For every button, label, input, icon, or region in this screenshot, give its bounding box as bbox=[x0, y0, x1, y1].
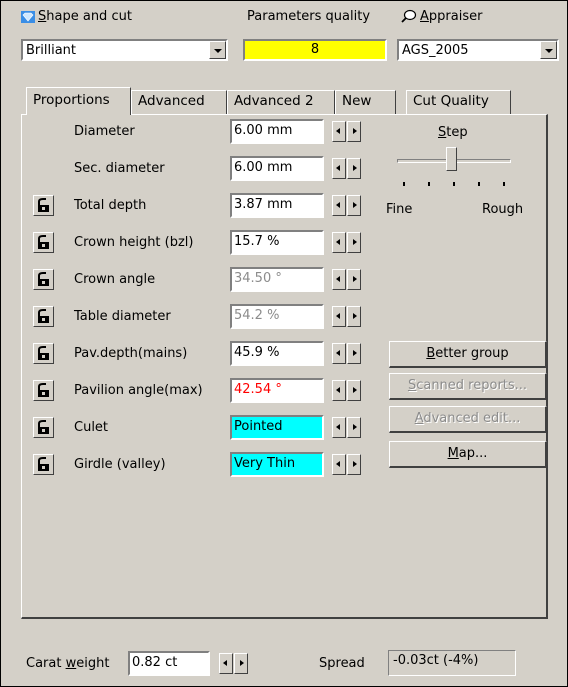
param-increment-button[interactable] bbox=[347, 343, 361, 364]
param-decrement-button[interactable] bbox=[332, 454, 346, 475]
slider-tick bbox=[503, 182, 505, 186]
tab-advanced[interactable]: Advanced bbox=[131, 90, 227, 114]
carat-weight-input[interactable]: 0.82 ct bbox=[128, 651, 210, 676]
param-input-crown-height-bzl[interactable]: 15.7 % bbox=[230, 230, 324, 255]
param-increment-button[interactable] bbox=[347, 195, 361, 216]
param-decrement-button[interactable] bbox=[332, 343, 346, 364]
param-decrement-button[interactable] bbox=[332, 417, 346, 438]
lock-toggle-icon[interactable] bbox=[33, 454, 54, 475]
param-increment-button[interactable] bbox=[347, 306, 361, 327]
lock-toggle-icon[interactable] bbox=[33, 417, 54, 438]
param-label-pavilion-angle-max: Pavilion angle(max) bbox=[74, 383, 203, 398]
window: Shape and cut Parameters quality Apprais… bbox=[0, 0, 568, 687]
better-group-button[interactable]: Better group bbox=[389, 341, 547, 368]
param-increment-button[interactable] bbox=[347, 269, 361, 290]
param-label-sec-diameter: Sec. diameter bbox=[74, 161, 165, 176]
tab-advanced-2[interactable]: Advanced 2 bbox=[227, 90, 335, 114]
param-decrement-button[interactable] bbox=[332, 380, 346, 401]
spread-label: Spread bbox=[319, 656, 365, 671]
lock-toggle-icon[interactable] bbox=[33, 195, 54, 216]
appraiser-label: Appraiser bbox=[420, 9, 483, 24]
param-decrement-button[interactable] bbox=[332, 158, 346, 179]
param-input-culet[interactable]: Pointed bbox=[230, 415, 324, 440]
quality-value: 8 bbox=[243, 39, 387, 61]
step-label: Step bbox=[438, 125, 468, 140]
param-decrement-button[interactable] bbox=[332, 306, 346, 327]
param-label-table-diameter: Table diameter bbox=[74, 309, 171, 324]
slider-tick bbox=[453, 182, 455, 186]
carat-weight-label: Carat weight bbox=[26, 656, 110, 671]
param-increment-button[interactable] bbox=[347, 454, 361, 475]
lock-toggle-icon[interactable] bbox=[33, 269, 54, 290]
param-label-pav-depth-mains: Pav.depth(mains) bbox=[74, 346, 188, 361]
diamond-icon bbox=[21, 11, 35, 23]
param-input-girdle-valley[interactable]: Very Thin bbox=[230, 452, 324, 477]
lock-toggle-icon[interactable] bbox=[33, 232, 54, 253]
param-label-diameter: Diameter bbox=[74, 124, 135, 139]
lock-toggle-icon[interactable] bbox=[33, 343, 54, 364]
param-input-table-diameter[interactable]: 54.2 % bbox=[230, 304, 324, 329]
chevron-down-icon[interactable] bbox=[209, 41, 226, 59]
slider-tick bbox=[428, 182, 430, 186]
scanned-reports-button[interactable]: Scanned reports... bbox=[389, 373, 547, 400]
step-min-label: Fine bbox=[386, 202, 413, 217]
param-input-crown-angle[interactable]: 34.50 ° bbox=[230, 267, 324, 292]
carat-increment-button[interactable] bbox=[234, 653, 248, 674]
tab-new[interactable]: New bbox=[335, 90, 396, 114]
shape-label: Shape and cut bbox=[38, 9, 132, 24]
step-max-label: Rough bbox=[482, 202, 524, 217]
param-input-total-depth[interactable]: 3.87 mm bbox=[230, 193, 324, 218]
slider-tick bbox=[403, 182, 405, 186]
param-input-pav-depth-mains[interactable]: 45.9 % bbox=[230, 341, 324, 366]
shape-select[interactable]: Brilliant bbox=[21, 39, 228, 61]
param-increment-button[interactable] bbox=[347, 158, 361, 179]
param-input-pavilion-angle-max[interactable]: 42.54 ° bbox=[230, 378, 324, 403]
param-decrement-button[interactable] bbox=[332, 195, 346, 216]
spread-value: -0.03ct (-4%) bbox=[388, 650, 516, 676]
carat-decrement-button[interactable] bbox=[219, 653, 233, 674]
chevron-down-icon[interactable] bbox=[540, 41, 557, 59]
magnifier-icon bbox=[401, 9, 417, 23]
param-increment-button[interactable] bbox=[347, 121, 361, 142]
quality-label: Parameters quality bbox=[247, 9, 371, 24]
lock-toggle-icon[interactable] bbox=[33, 380, 54, 401]
map-button[interactable]: Map... bbox=[389, 441, 547, 468]
param-increment-button[interactable] bbox=[347, 380, 361, 401]
param-increment-button[interactable] bbox=[347, 232, 361, 253]
advanced-edit-button[interactable]: Advanced edit... bbox=[389, 406, 547, 433]
param-input-diameter[interactable]: 6.00 mm bbox=[230, 119, 324, 144]
slider-tick bbox=[478, 182, 480, 186]
param-decrement-button[interactable] bbox=[332, 232, 346, 253]
shape-value: Brilliant bbox=[26, 43, 77, 58]
param-increment-button[interactable] bbox=[347, 417, 361, 438]
tab-proportions[interactable]: Proportions bbox=[26, 87, 131, 115]
param-input-sec-diameter[interactable]: 6.00 mm bbox=[230, 156, 324, 181]
appraiser-select[interactable]: AGS_2005 bbox=[397, 39, 559, 61]
param-label-crown-angle: Crown angle bbox=[74, 272, 156, 287]
step-slider-thumb[interactable] bbox=[446, 147, 457, 171]
param-label-culet: Culet bbox=[74, 420, 109, 435]
param-decrement-button[interactable] bbox=[332, 121, 346, 142]
param-label-total-depth: Total depth bbox=[74, 198, 147, 213]
tab-cut-quality[interactable]: Cut Quality bbox=[406, 90, 511, 114]
param-label-girdle-valley: Girdle (valley) bbox=[74, 457, 166, 472]
param-label-crown-height-bzl: Crown height (bzl) bbox=[74, 235, 194, 250]
param-decrement-button[interactable] bbox=[332, 269, 346, 290]
lock-toggle-icon[interactable] bbox=[33, 306, 54, 327]
appraiser-value: AGS_2005 bbox=[402, 43, 469, 58]
